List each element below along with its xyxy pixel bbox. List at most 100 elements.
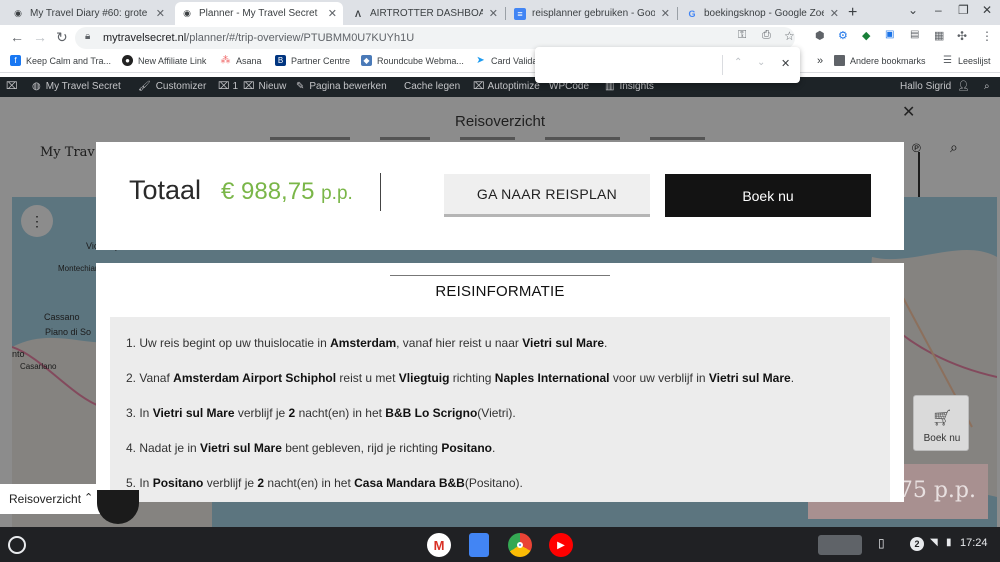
os-shelf: M ▶ ▯ 2 ◥ ▮ 17:24 <box>0 527 1000 562</box>
phone-icon[interactable]: ▯ <box>878 536 885 550</box>
plus-icon: ⌧ <box>243 81 255 92</box>
trip-step: 4. Nadat je in Vietri sul Mare bent gebl… <box>126 441 496 455</box>
youtube-icon[interactable]: ▶ <box>549 533 573 557</box>
browser-tab[interactable]: ◉ My Travel Diary #60: grote teg ✕ <box>6 2 171 25</box>
browser-tab[interactable]: ≡ reisplanner gebruiken - Google ✕ <box>508 2 676 25</box>
bookmark-item[interactable]: ➤ Card Valida <box>475 55 537 66</box>
bookmarks-bar: f Keep Calm and Tra... ● New Affiliate Lin… <box>0 51 1000 73</box>
browser-tab[interactable]: G boekingsknop - Google Zoeken ✕ <box>680 2 845 25</box>
brush-icon: 🖌︎ <box>138 81 151 92</box>
trip-step: 5. In Positano verblijf je 2 nacht(en) i… <box>126 476 523 490</box>
battery-icon[interactable]: ▮ <box>946 537 952 548</box>
google-docs-icon: ≡ <box>514 7 526 20</box>
divider <box>390 275 610 276</box>
trip-step: 1. Uw reis begint op uw thuislocatie in … <box>126 336 608 350</box>
find-in-page-bar: ⌃ ⌄ ✕ <box>535 47 800 83</box>
url-host: mytravelsecret.nl <box>103 32 187 44</box>
clock[interactable]: 17:24 <box>960 537 988 549</box>
close-tab-icon[interactable]: ✕ <box>489 7 498 20</box>
tab-search-icon[interactable]: ⌄ <box>908 3 918 17</box>
wp-clear-cache[interactable]: Cache legen <box>404 81 460 92</box>
forward-icon[interactable]: → <box>33 29 47 45</box>
booking-icon: B <box>275 55 286 66</box>
reading-list[interactable]: ☰ Leeslijst <box>942 55 991 66</box>
close-tab-icon[interactable]: ✕ <box>156 7 165 20</box>
close-tab-icon[interactable]: ✕ <box>830 7 839 20</box>
close-icon[interactable]: ✕ <box>902 102 915 122</box>
wp-search-icon[interactable]: ⌕ <box>984 81 990 92</box>
more-bookmarks[interactable]: » <box>817 55 823 67</box>
gmail-icon[interactable]: M <box>427 533 451 557</box>
user-icon: 👤︎ <box>957 81 970 92</box>
bookmark-item[interactable]: ● New Affiliate Link <box>122 55 206 66</box>
reload-icon[interactable]: ↻ <box>56 29 68 46</box>
wp-comments[interactable]: ⌧ 1 <box>218 81 238 92</box>
find-previous-icon[interactable]: ⌃ <box>734 57 742 68</box>
asana-icon: ⁂ <box>220 55 231 66</box>
notification-badge[interactable]: 2 <box>910 537 924 551</box>
bookmark-item[interactable]: B Partner Centre <box>275 55 350 66</box>
trip-info-panel: REISINFORMATIE 1. Uw reis begint op uw t… <box>96 263 904 502</box>
find-close-icon[interactable]: ✕ <box>781 57 790 70</box>
screen-thumbnail[interactable] <box>818 535 862 555</box>
bookmark-folder-other[interactable]: Andere bookmarks <box>834 55 926 66</box>
side-book-button[interactable]: 🛒︎ Boek nu <box>913 395 969 451</box>
extensions-puzzle-icon[interactable]: ✣ <box>957 29 967 43</box>
browser-tab[interactable]: Λ AIRTROTTER DASHBOARD ✕ <box>346 2 504 25</box>
cart-icon: 🛒︎ <box>932 410 953 427</box>
google-icon: G <box>688 8 696 19</box>
globe-icon: ◉ <box>183 8 191 18</box>
wp-site-menu[interactable]: ◍ My Travel Secret <box>32 81 121 92</box>
back-icon[interactable]: ← <box>10 29 24 45</box>
wp-edit-page[interactable]: ✎ Pagina bewerken <box>296 81 387 92</box>
extension-icon[interactable]: ▣ <box>885 29 894 40</box>
info-heading: REISINFORMATIE <box>435 283 565 300</box>
key-icon[interactable]: ⚿ <box>738 29 746 42</box>
install-icon[interactable]: ⎙ <box>762 29 771 42</box>
close-tab-icon[interactable]: ✕ <box>328 7 337 20</box>
browser-toolbar: ← → ↻ 🔒︎ mytravelsecret.nl/planner/#/tri… <box>0 25 1000 51</box>
bookmark-item[interactable]: ◆ Roundcube Webma... <box>361 55 464 66</box>
google-docs-icon[interactable] <box>469 533 489 557</box>
total-amount: € 988,75 p.p. <box>221 178 353 205</box>
wifi-icon[interactable]: ◥ <box>930 537 938 548</box>
extension-icon[interactable]: ▦ <box>934 29 944 42</box>
lock-icon[interactable]: 🔒︎ <box>85 31 90 42</box>
trip-step: 3. In Vietri sul Mare verblijf je 2 nach… <box>126 406 516 420</box>
wp-autoptimize[interactable]: ⌧ Autoptimize <box>473 81 540 92</box>
roundcube-icon: ◆ <box>361 55 372 66</box>
close-window-icon[interactable]: ✕ <box>982 3 992 17</box>
extension-icon[interactable]: ◆ <box>862 29 870 42</box>
wp-customizer[interactable]: 🖌︎ Customizer <box>138 81 206 92</box>
find-input[interactable] <box>543 55 723 75</box>
extension-icon[interactable]: ▤ <box>910 29 919 40</box>
chevron-up-icon: ⌃ <box>84 492 94 504</box>
new-tab-icon[interactable]: + <box>848 4 857 22</box>
book-now-button[interactable]: Boek nu <box>665 174 871 217</box>
comment-icon: ⌧ <box>218 81 230 92</box>
find-next-icon[interactable]: ⌄ <box>757 57 765 68</box>
address-bar[interactable]: 🔒︎ mytravelsecret.nl/planner/#/trip-over… <box>75 27 795 49</box>
wordpress-icon[interactable]: ⌧ <box>6 81 18 92</box>
restore-icon[interactable]: ❐ <box>958 3 969 17</box>
minimize-icon[interactable]: – <box>935 3 942 17</box>
divider <box>380 173 381 211</box>
airtrotter-icon: Λ <box>354 8 361 19</box>
extension-icon[interactable]: ⚙ <box>838 29 848 42</box>
extension-icon[interactable]: ⬢ <box>815 29 825 42</box>
close-tab-icon[interactable]: ✕ <box>661 7 670 20</box>
bookmark-star-icon[interactable]: ☆ <box>784 29 795 43</box>
launcher-icon[interactable] <box>8 536 26 554</box>
bookmark-item[interactable]: ⁂ Asana <box>220 55 262 66</box>
browser-tab-active[interactable]: ◉ Planner - My Travel Secret ✕ <box>175 2 343 25</box>
url-path: /planner/#/trip-overview/PTUBMM0U7KUYh1U <box>186 32 415 44</box>
bookmark-item[interactable]: f Keep Calm and Tra... <box>10 55 111 66</box>
menu-dots-icon[interactable]: ⋮ <box>981 29 993 43</box>
total-label: Totaal <box>129 175 202 205</box>
autoptimize-icon: ⌧ <box>473 81 485 92</box>
trip-steps-list: 1. Uw reis begint op uw thuislocatie in … <box>110 317 890 502</box>
go-to-plan-button[interactable]: GA NAAR REISPLAN <box>444 174 650 217</box>
wp-account[interactable]: Hallo Sigrid 👤︎ <box>900 81 970 92</box>
wp-new[interactable]: ⌧ Nieuw <box>243 81 286 92</box>
reisoverzicht-toggle[interactable]: Reisoverzicht ⌃ <box>0 484 100 514</box>
